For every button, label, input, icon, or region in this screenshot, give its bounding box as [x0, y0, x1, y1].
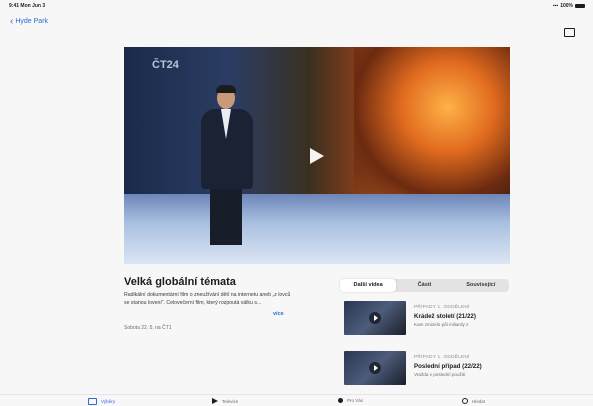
- tab-dalsi-videa[interactable]: Další videa: [340, 279, 397, 292]
- episode-thumbnail: [344, 351, 406, 385]
- studio-floor: [124, 194, 510, 264]
- tab-label: Televize: [222, 398, 239, 404]
- status-indicators: ▪▪▪ 100%: [553, 3, 585, 9]
- search-icon: [462, 398, 468, 404]
- status-time: 9:41: [9, 3, 20, 9]
- episode-thumbnail: [344, 301, 406, 335]
- hero-video-player[interactable]: ČT24: [124, 47, 510, 264]
- tab-bar: Výběry Televize Pro Vás Hledat: [0, 394, 593, 406]
- episode-item[interactable]: PŘÍPADY 1. ODDĚLENÍ Krádež století (21/2…: [344, 301, 504, 335]
- show-description: Radikální dokumentární film o zneužívání…: [124, 292, 291, 306]
- more-link[interactable]: více: [273, 311, 284, 317]
- tab-televize[interactable]: Televize: [212, 398, 238, 404]
- status-bar: 9:41 Mon Jun 3 ▪▪▪ 100%: [0, 0, 593, 12]
- news-anchor-figure: [198, 85, 256, 247]
- segmented-control: Další videa Části Související: [340, 279, 509, 292]
- status-time-date: 9:41 Mon Jun 3: [9, 3, 45, 9]
- show-title: Velká globální témata: [124, 276, 236, 288]
- episode-subtitle: Vražda v poslední použití: [414, 372, 466, 377]
- tab-souvisejici[interactable]: Související: [453, 279, 509, 292]
- tab-vybery[interactable]: Výběry: [88, 398, 115, 405]
- play-icon: [212, 398, 218, 404]
- tab-casti[interactable]: Části: [396, 279, 452, 292]
- play-icon[interactable]: [310, 148, 324, 164]
- channel-logo: ČT24: [152, 59, 179, 71]
- back-button[interactable]: ‹ Hyde Park: [10, 16, 49, 27]
- tab-pro-vas[interactable]: Pro Vás: [338, 398, 363, 403]
- airplay-icon[interactable]: [564, 28, 575, 37]
- episode-title: Krádež století (21/22): [414, 313, 476, 320]
- navigation-bar: ‹ Hyde Park: [0, 12, 593, 37]
- tab-hledat[interactable]: Hledat: [462, 398, 485, 404]
- episode-subtitle: Kam zmizelo půl miliardy z: [414, 322, 469, 327]
- user-icon: [338, 398, 343, 403]
- back-button-label: Hyde Park: [15, 18, 49, 25]
- episode-item[interactable]: PŘÍPADY 1. ODDĚLENÍ Poslední případ (22/…: [344, 351, 504, 385]
- background-fire-scene: [354, 47, 510, 197]
- battery-icon: [575, 4, 585, 8]
- play-icon: [369, 362, 381, 374]
- play-icon: [369, 312, 381, 324]
- chevron-left-icon: ‹: [10, 16, 14, 27]
- episode-category: PŘÍPADY 1. ODDĚLENÍ: [414, 355, 470, 360]
- signal-icon: ▪▪▪: [552, 3, 559, 9]
- status-date: Mon Jun 3: [20, 3, 46, 9]
- grid-icon: [88, 398, 97, 405]
- tab-label: Hledat: [472, 398, 486, 404]
- tab-label: Výběry: [101, 399, 116, 404]
- battery-percent: 100%: [560, 3, 573, 9]
- episode-category: PŘÍPADY 1. ODDĚLENÍ: [414, 305, 470, 310]
- tab-label: Pro Vás: [347, 398, 364, 403]
- airdate-text: Sobota 22. 5. na ČT1: [124, 325, 172, 331]
- episode-title: Poslední případ (22/22): [414, 363, 482, 370]
